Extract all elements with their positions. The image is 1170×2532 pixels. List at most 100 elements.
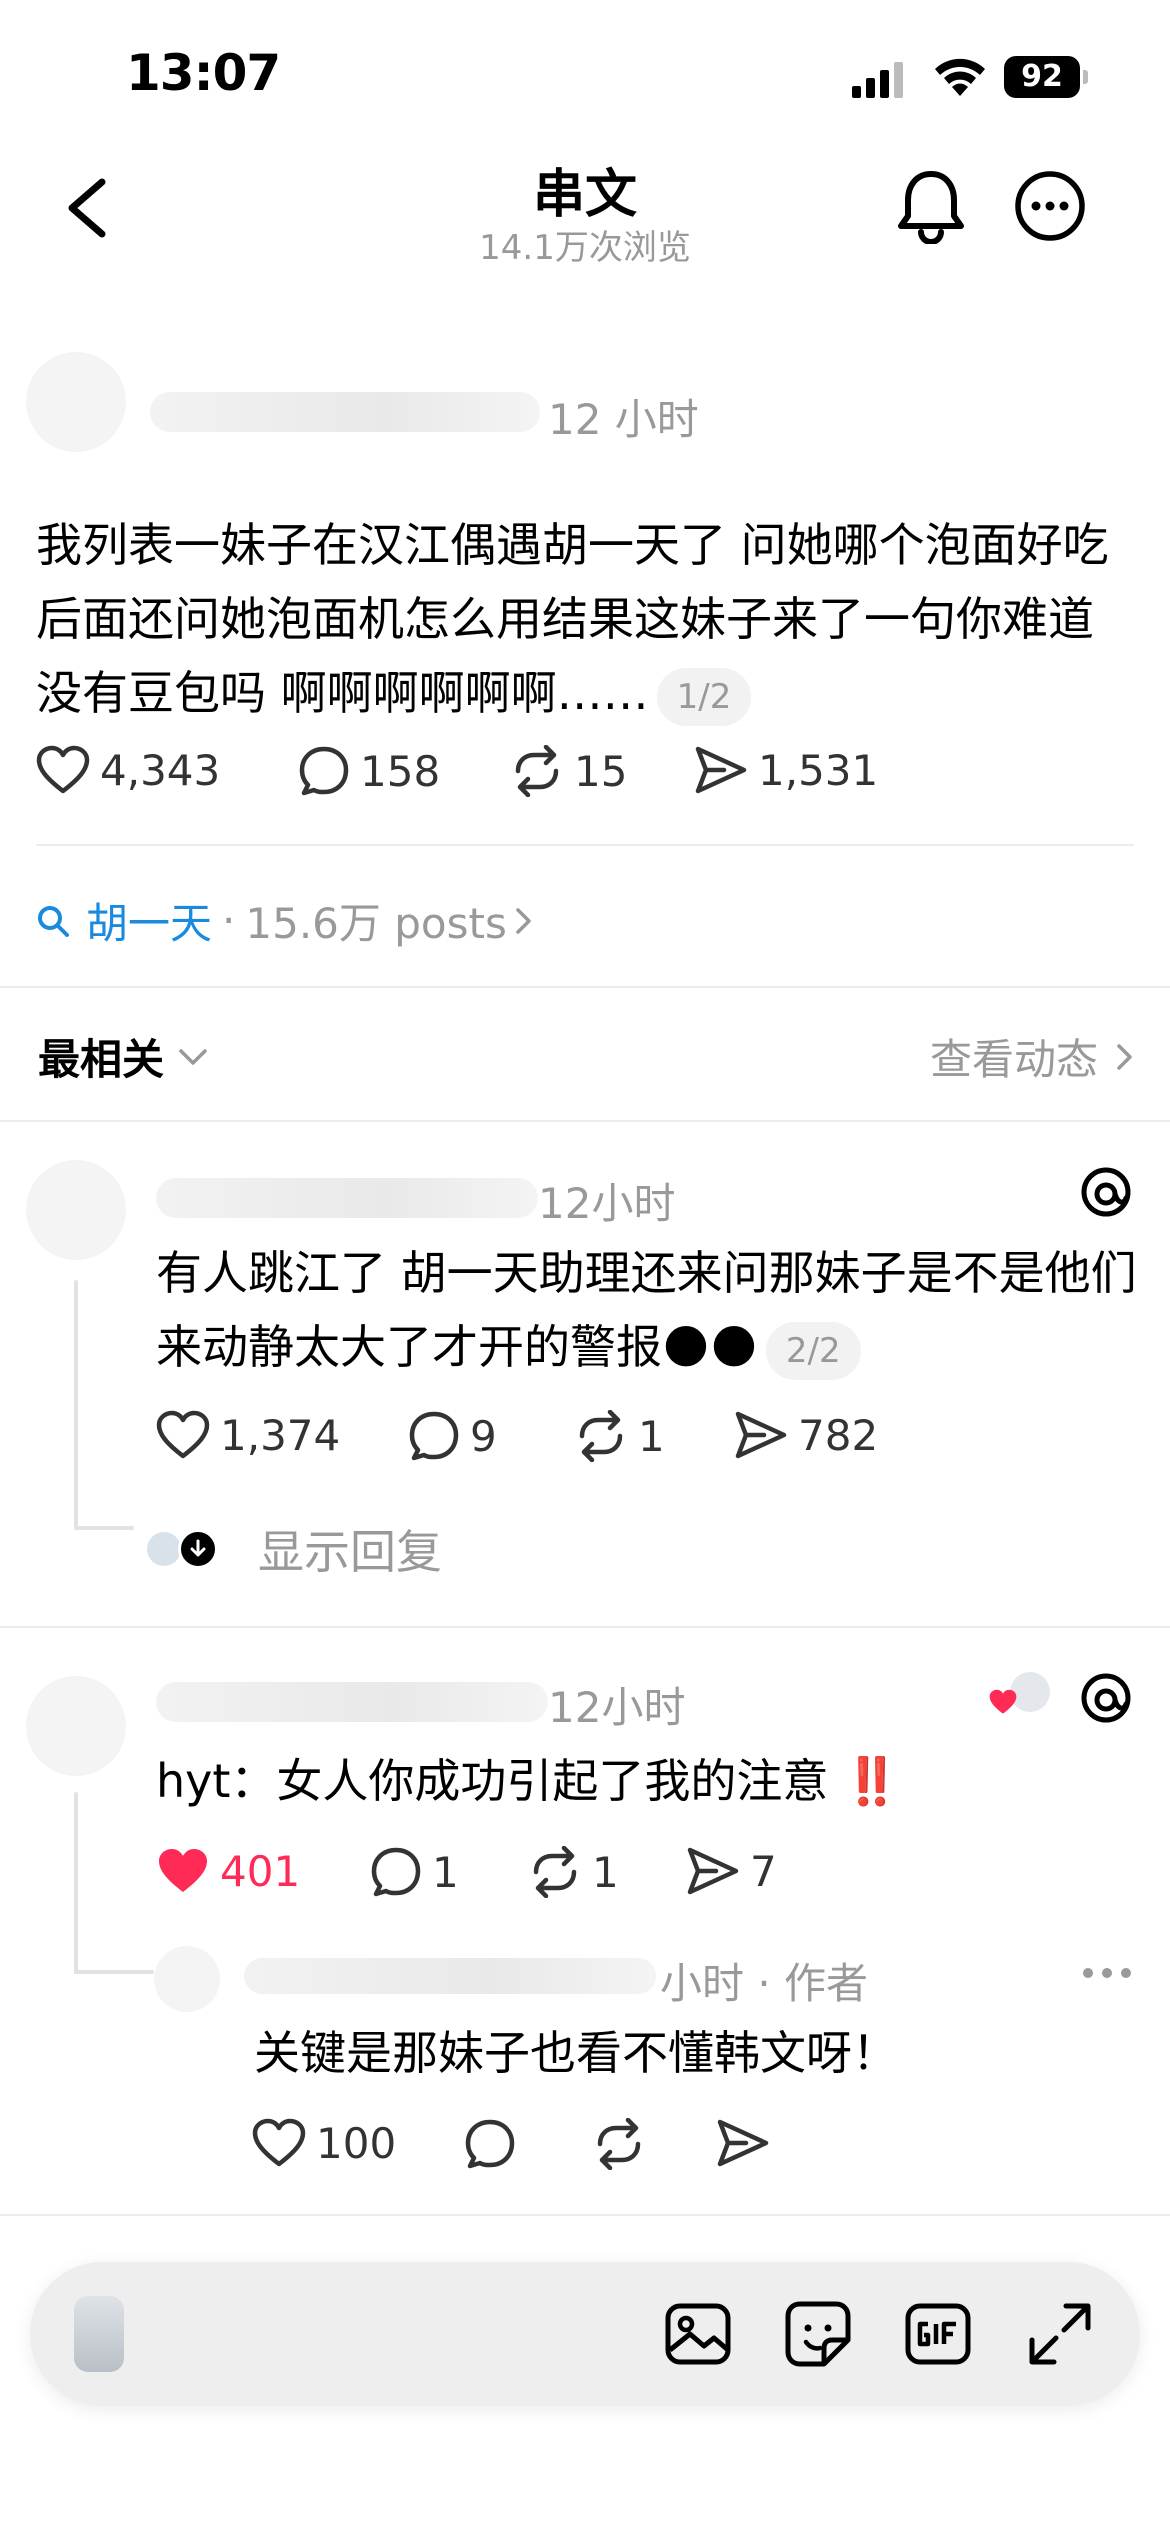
username-blurred[interactable] [156, 1178, 538, 1218]
avatar[interactable] [26, 1160, 126, 1260]
username-blurred[interactable] [156, 1682, 548, 1722]
comment-icon [465, 2119, 515, 2169]
like-button[interactable]: 100 [252, 2118, 396, 2168]
divider [0, 1120, 1170, 1122]
sort-label: 最相关 [38, 1035, 165, 1084]
gif-icon[interactable] [902, 2298, 974, 2370]
threads-icon [1081, 1167, 1131, 1217]
wifi-icon [935, 58, 985, 96]
like-button[interactable]: 4,343 [36, 745, 220, 795]
post-body: 我列表一妹子在汉江偶遇胡一天了 问她哪个泡面好吃 后面还问她泡面机怎么用结果这妹… [36, 518, 1109, 720]
repost-button[interactable]: 1 [528, 1846, 619, 1898]
topic-post-count: 15.6万 posts [245, 899, 507, 948]
view-activity-label: 查看动态 [929, 1035, 1098, 1084]
comment-button[interactable]: 9 [408, 1410, 497, 1462]
thread-line [74, 1970, 154, 1974]
reply-compose-bar[interactable] [30, 2262, 1140, 2406]
chevron-right-icon [516, 907, 531, 934]
avatar[interactable] [154, 1946, 220, 2012]
share-icon [735, 1411, 787, 1459]
share-count: 7 [750, 1846, 777, 1896]
more-icon[interactable] [1014, 170, 1086, 242]
topic-separator: · [222, 896, 236, 945]
repost-button[interactable]: 15 [510, 745, 627, 797]
comment-button[interactable]: 1 [370, 1846, 459, 1898]
repost-button[interactable] [592, 2118, 656, 2170]
avatar[interactable] [26, 1676, 126, 1776]
repost-icon [597, 2118, 641, 2170]
comment-icon [371, 1847, 421, 1897]
page-indicator: 1/2 [656, 667, 752, 726]
like-button[interactable]: 401 [156, 1846, 300, 1896]
arrow-down-icon [178, 1529, 218, 1569]
more-icon[interactable] [1082, 1966, 1132, 1980]
repost-button[interactable]: 1 [574, 1410, 665, 1462]
topic-name[interactable]: 胡一天 [86, 890, 212, 951]
divider [0, 2214, 1170, 2216]
expand-icon[interactable] [1024, 2298, 1096, 2370]
status-time: 13:07 [126, 44, 281, 102]
show-replies-button[interactable]: 显示回复 [144, 1516, 442, 1582]
post-text: 我列表一妹子在汉江偶遇胡一天了 问她哪个泡面好吃 后面还问她泡面机怎么用结果这妹… [36, 508, 1136, 730]
view-activity-link[interactable]: 查看动态 [930, 1026, 1140, 1087]
chevron-right-icon [1117, 1043, 1132, 1070]
share-icon [717, 2119, 769, 2167]
cellular-signal-icon [852, 62, 903, 98]
reply-text: 有人跳江了 胡一天助理还来问那妹子是不是他们来动静太大了才开的警报🌑🌑 2/2 [156, 1236, 1146, 1384]
comment-count: 1 [432, 1847, 459, 1897]
divider [0, 986, 1170, 988]
thread-line [74, 1526, 134, 1530]
share-icon [687, 1847, 739, 1895]
username-blurred[interactable] [150, 392, 540, 432]
heart-icon [989, 1689, 1017, 1714]
repost-icon [579, 1410, 623, 1462]
heart-icon [159, 1849, 207, 1892]
page-indicator: 2/2 [765, 1321, 861, 1380]
heart-icon [252, 2118, 306, 2167]
status-bar: 13:07 92 [0, 0, 1170, 150]
page-title: 串文 [532, 165, 637, 225]
share-button[interactable]: 7 [686, 1846, 777, 1896]
comment-icon [299, 746, 349, 796]
share-count: 1,531 [758, 745, 879, 795]
comment-icon [409, 1411, 459, 1461]
topic-tag[interactable]: 胡一天 · 15.6万 posts [36, 890, 535, 951]
divider [36, 844, 1134, 846]
show-replies-label: 显示回复 [258, 1525, 442, 1579]
username-blurred[interactable] [244, 1958, 656, 1994]
like-count: 4,343 [100, 745, 221, 795]
heart-icon [156, 1410, 210, 1459]
reply-time: 12小时 [538, 1179, 676, 1228]
avatar [74, 2296, 124, 2372]
post-time: 12 小时 [548, 395, 699, 444]
repost-count: 15 [574, 746, 628, 796]
share-count: 782 [798, 1410, 879, 1460]
image-icon[interactable] [662, 2298, 734, 2370]
divider [0, 1626, 1170, 1628]
share-button[interactable]: 1,531 [694, 745, 878, 795]
repost-icon [515, 745, 559, 797]
battery-icon: 92 [1004, 56, 1088, 98]
sticker-icon[interactable] [782, 2298, 854, 2370]
battery-level: 92 [1004, 56, 1080, 98]
avatar[interactable] [26, 352, 126, 452]
repost-count: 1 [592, 1847, 619, 1897]
repost-count: 1 [638, 1411, 665, 1461]
like-button[interactable]: 1,374 [156, 1410, 340, 1460]
comment-count: 9 [470, 1411, 497, 1461]
search-icon [38, 905, 69, 937]
share-icon [695, 746, 747, 794]
bell-icon[interactable] [896, 168, 966, 244]
thread-line [74, 1792, 78, 1974]
comment-button[interactable] [464, 2118, 526, 2170]
sort-dropdown[interactable]: 最相关 [38, 1026, 210, 1087]
comment-button[interactable]: 158 [298, 745, 440, 797]
like-count: 100 [316, 2118, 397, 2168]
chevron-down-icon [179, 1048, 207, 1065]
reaction-badge [984, 1672, 1054, 1722]
share-button[interactable] [716, 2118, 780, 2168]
view-count: 14.1万次浏览 [479, 228, 691, 268]
like-count: 1,374 [220, 1410, 341, 1460]
share-button[interactable]: 782 [734, 1410, 878, 1460]
sub-reply-meta: 小时 · 作者 [660, 1959, 869, 2008]
